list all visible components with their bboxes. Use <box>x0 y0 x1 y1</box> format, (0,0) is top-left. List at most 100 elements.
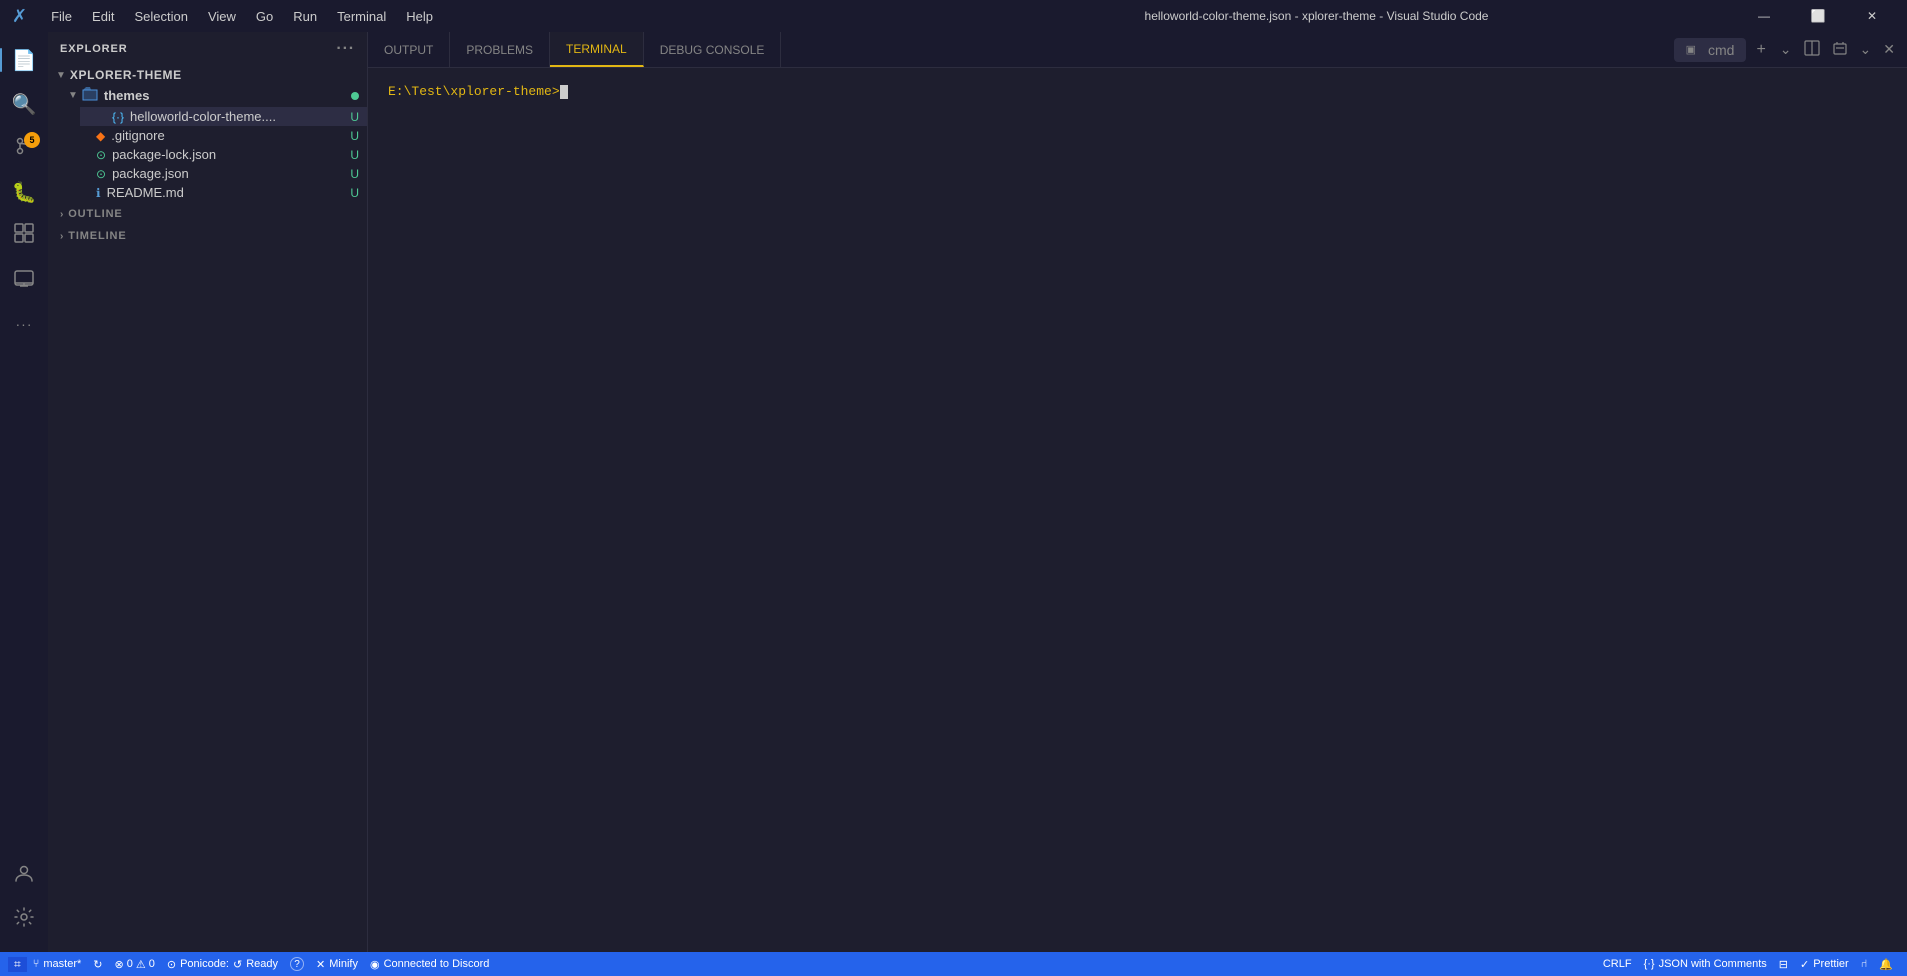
crlf-label: CRLF <box>1603 958 1632 970</box>
status-crlf[interactable]: CRLF <box>1597 958 1638 970</box>
terminal-content[interactable]: E:\Test\xplorer-theme> <box>368 68 1907 952</box>
vscode-icon: ✗ <box>12 6 27 27</box>
outline-section[interactable]: › OUTLINE <box>48 202 367 224</box>
readme-icon: ℹ <box>96 186 101 200</box>
outline-chevron: › <box>60 209 64 220</box>
activity-bar-extensions[interactable] <box>4 216 44 256</box>
themes-folder[interactable]: ▼ themes <box>64 84 367 107</box>
minimize-button[interactable]: — <box>1741 1 1787 31</box>
status-discord[interactable]: ◉ Connected to Discord <box>364 958 495 971</box>
warning-count: 0 <box>149 958 155 970</box>
terminal-chevron-button[interactable]: ⌄ <box>1776 39 1796 60</box>
bell-icon: 🔔 <box>1879 958 1893 971</box>
search-icon: 🔍 <box>12 92 37 117</box>
terminal-close-button[interactable]: ✕ <box>1879 39 1899 60</box>
themes-folder-container: ▼ themes {·} helloworld <box>48 84 367 126</box>
activity-bar-explorer[interactable]: 📄 <box>4 40 44 80</box>
remote-icon <box>13 267 35 294</box>
timeline-chevron: › <box>60 231 64 242</box>
status-bell[interactable]: 🔔 <box>1873 958 1899 971</box>
status-language[interactable]: {·} JSON with Comments <box>1638 958 1773 970</box>
discord-icon: ◉ <box>370 958 380 971</box>
sidebar-more-button[interactable]: ··· <box>336 40 355 58</box>
package-lock-status: U <box>350 148 359 162</box>
menu-run[interactable]: Run <box>285 7 325 26</box>
helloworld-file[interactable]: {·} helloworld-color-theme.... U <box>80 107 367 126</box>
themes-files-container: {·} helloworld-color-theme.... U <box>64 107 367 126</box>
editor-area: OUTPUT PROBLEMS TERMINAL DEBUG CONSOLE ▣… <box>368 32 1907 952</box>
status-bar: ⌗ ⑂ master* ↻ ⊗ 0 ⚠ 0 ⊙ Ponicode: ↺ Read… <box>0 952 1907 976</box>
menu-help[interactable]: Help <box>398 7 441 26</box>
remote-status-icon: ⌗ <box>14 957 21 972</box>
sidebar-title: EXPLORER <box>60 43 128 55</box>
package-json-name: package.json <box>112 166 350 181</box>
status-prettier[interactable]: ✓ Prettier <box>1794 958 1855 971</box>
terminal-cmd-tab[interactable]: ▣ cmd <box>1674 38 1747 62</box>
explorer-icon: 📄 <box>12 48 37 73</box>
extensions-icon <box>13 222 35 250</box>
terminal-split-button[interactable] <box>1800 38 1824 61</box>
activity-bar-debug[interactable]: 🐛 <box>4 172 44 212</box>
status-git-branch[interactable]: ⑂ master* <box>27 958 88 970</box>
menu-go[interactable]: Go <box>248 7 281 26</box>
root-chevron: ▼ <box>56 70 66 81</box>
menu-terminal[interactable]: Terminal <box>329 7 394 26</box>
gitignore-file[interactable]: ◆ .gitignore U <box>64 126 367 145</box>
ponicode-icon: ⊙ <box>167 958 176 971</box>
sidebar-header: EXPLORER ··· <box>48 32 367 66</box>
menu-file[interactable]: File <box>43 7 80 26</box>
status-remote[interactable]: ⌗ <box>8 957 27 972</box>
cmd-icon: ▣ <box>1682 41 1700 58</box>
share-icon: ⑁ <box>1861 958 1868 970</box>
timeline-section[interactable]: › TIMELINE <box>48 224 367 246</box>
status-help[interactable]: ? <box>284 957 310 971</box>
source-control-badge: 5 <box>24 132 40 148</box>
package-lock-file[interactable]: ⊙ package-lock.json U <box>64 145 367 164</box>
prettier-label: Prettier <box>1813 958 1848 970</box>
activity-bar-account[interactable] <box>4 856 44 896</box>
outline-label: OUTLINE <box>68 208 122 220</box>
tab-terminal[interactable]: TERMINAL <box>550 32 644 67</box>
readme-name: README.md <box>107 185 351 200</box>
status-minify[interactable]: ✕ Minify <box>310 958 364 971</box>
status-errors[interactable]: ⊗ 0 ⚠ 0 <box>109 958 161 971</box>
status-format[interactable]: ⊟ <box>1773 958 1794 971</box>
terminal-collapse-button[interactable]: ⌄ <box>1856 39 1876 60</box>
package-json-icon: ⊙ <box>96 167 106 181</box>
activity-bar-more[interactable]: ··· <box>4 304 44 344</box>
activity-bar-settings[interactable] <box>4 900 44 940</box>
tabs-spacer <box>781 32 1665 67</box>
status-sync[interactable]: ↻ <box>87 958 108 971</box>
activity-bar-search[interactable]: 🔍 <box>4 84 44 124</box>
menu-selection[interactable]: Selection <box>126 7 195 26</box>
helloworld-filename: helloworld-color-theme.... <box>130 109 350 124</box>
gitignore-status: U <box>350 129 359 143</box>
warning-icon: ⚠ <box>136 958 146 971</box>
restore-button[interactable]: ⬜ <box>1795 1 1841 31</box>
menu-view[interactable]: View <box>200 7 244 26</box>
activity-bar-remote[interactable] <box>4 260 44 300</box>
tab-debug-console[interactable]: DEBUG CONSOLE <box>644 32 782 67</box>
terminal-cursor <box>560 85 568 99</box>
json-icon: {·} <box>1644 958 1655 970</box>
ponicode-ready-label: Ready <box>246 958 278 970</box>
terminal-add-button[interactable]: + <box>1750 39 1771 61</box>
status-ponicode[interactable]: ⊙ Ponicode: ↺ Ready <box>161 958 284 971</box>
more-icon: ··· <box>16 316 33 332</box>
status-share[interactable]: ⑁ <box>1855 958 1874 970</box>
tab-terminal-label: TERMINAL <box>566 42 627 56</box>
terminal-kill-button[interactable] <box>1828 38 1852 61</box>
tab-output[interactable]: OUTPUT <box>368 32 450 67</box>
themes-folder-name: themes <box>104 88 150 103</box>
terminal-tabs-bar: OUTPUT PROBLEMS TERMINAL DEBUG CONSOLE ▣… <box>368 32 1907 68</box>
activity-bar-source-control[interactable]: 5 <box>4 128 44 168</box>
menu-edit[interactable]: Edit <box>84 7 122 26</box>
package-json-file[interactable]: ⊙ package.json U <box>64 164 367 183</box>
sync-icon: ↻ <box>93 958 102 971</box>
close-button[interactable]: ✕ <box>1849 1 1895 31</box>
json-file-icon: {·} <box>112 110 124 124</box>
tab-problems[interactable]: PROBLEMS <box>450 32 550 67</box>
readme-file[interactable]: ℹ README.md U <box>64 183 367 202</box>
root-folder[interactable]: ▼ XPLORER-THEME <box>48 66 367 84</box>
file-tree: ▼ XPLORER-THEME ▼ themes <box>48 66 367 952</box>
